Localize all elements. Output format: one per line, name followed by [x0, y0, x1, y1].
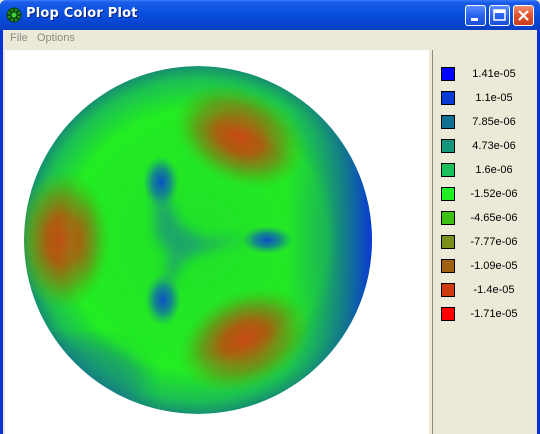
legend-label: -1.09e-05: [470, 260, 518, 272]
legend-label: -1.52e-06: [470, 188, 518, 200]
legend-label: 1.41e-05: [472, 68, 516, 80]
maximize-icon: [493, 9, 506, 21]
legend-swatch: [441, 211, 455, 225]
legend-item: -7.77e-06: [433, 234, 533, 252]
legend-item: 1.6e-06: [433, 162, 533, 180]
legend-item: 7.85e-06: [433, 114, 533, 132]
maximize-button[interactable]: [489, 5, 510, 26]
minimize-icon: [471, 18, 478, 21]
legend-swatch: [441, 91, 455, 105]
app-icon[interactable]: [6, 7, 22, 23]
legend-label: -1.4e-05: [473, 284, 515, 296]
legend-label: 4.73e-06: [472, 140, 516, 152]
menu-options[interactable]: Options: [37, 32, 75, 44]
legend-label: -7.77e-06: [470, 236, 518, 248]
legend-swatch: [441, 115, 455, 129]
legend-item: -1.52e-06: [433, 186, 533, 204]
window-title: Plop Color Plot: [26, 6, 138, 21]
legend-label: -1.71e-05: [470, 308, 518, 320]
legend-label: 1.1e-05: [475, 92, 513, 104]
legend-panel: 1.41e-05 1.1e-05 7.85e-06 4.73e-06 1.6e-06 -1…: [432, 50, 535, 434]
menu-bar: File Options: [3, 30, 537, 48]
minimize-button[interactable]: [465, 5, 486, 26]
legend-item: 1.41e-05: [433, 66, 533, 84]
legend-label: 1.6e-06: [475, 164, 513, 176]
legend-item: -1.71e-05: [433, 306, 533, 324]
legend-item: 1.1e-05: [433, 90, 533, 108]
legend-label: -4.65e-06: [470, 212, 518, 224]
legend-swatch: [441, 187, 455, 201]
legend-item: 4.73e-06: [433, 138, 533, 156]
legend-swatch: [441, 139, 455, 153]
legend-swatch: [441, 259, 455, 273]
legend-swatch: [441, 67, 455, 81]
client-area: 1.41e-05 1.1e-05 7.85e-06 4.73e-06 1.6e-06 -1…: [3, 48, 537, 434]
close-button[interactable]: [513, 5, 534, 26]
legend-label: 7.85e-06: [472, 116, 516, 128]
legend-swatch: [441, 307, 455, 321]
legend-item: -1.4e-05: [433, 282, 533, 300]
legend-swatch: [441, 163, 455, 177]
close-icon: [518, 10, 529, 21]
title-bar[interactable]: Plop Color Plot: [0, 0, 540, 30]
legend-item: -4.65e-06: [433, 210, 533, 228]
plot-area[interactable]: [5, 50, 429, 434]
color-plot: [24, 66, 372, 414]
legend-item: -1.09e-05: [433, 258, 533, 276]
legend-swatch: [441, 283, 455, 297]
legend-swatch: [441, 235, 455, 249]
app-window: Plop Color Plot File Options 1.41e-05 1.…: [0, 0, 540, 434]
menu-file[interactable]: File: [10, 32, 28, 44]
